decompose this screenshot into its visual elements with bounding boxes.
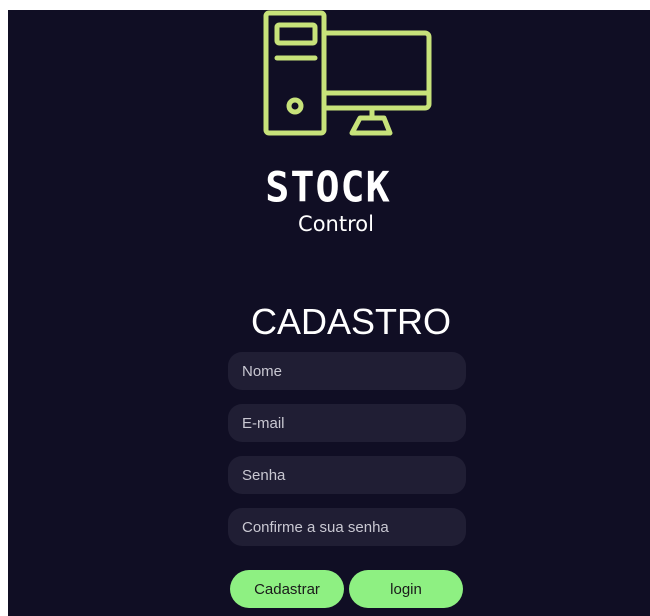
brand-subtitle: Control <box>298 212 374 236</box>
register-button[interactable]: Cadastrar <box>230 570 344 608</box>
name-input[interactable] <box>228 352 466 390</box>
login-button[interactable]: login <box>349 570 463 608</box>
brand-name: STOCK <box>265 163 391 213</box>
confirm-password-input[interactable] <box>228 508 466 546</box>
email-input[interactable] <box>228 404 466 442</box>
password-input[interactable] <box>228 456 466 494</box>
signup-page: STOCK Control CADASTRO Cadastrar login <box>8 10 650 616</box>
computer-icon <box>263 10 432 136</box>
page-title: CADASTRO <box>250 301 452 342</box>
